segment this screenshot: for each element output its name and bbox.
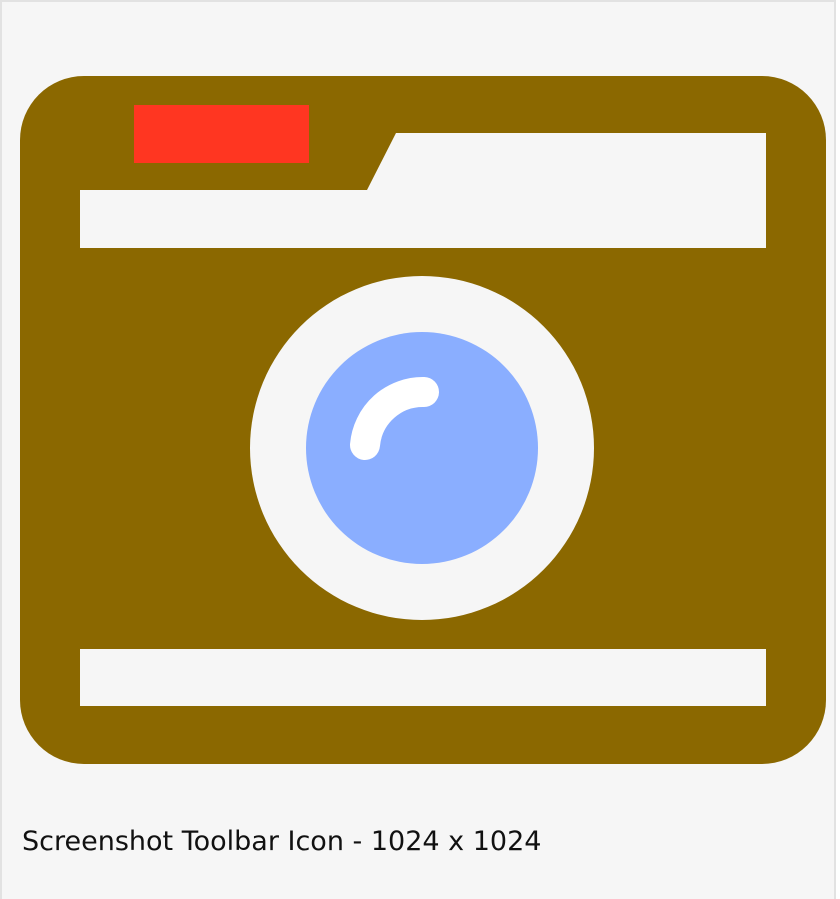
camera-bottom-band (80, 649, 766, 706)
icon-preview-card: Screenshot Toolbar Icon - 1024 x 1024 (0, 0, 836, 899)
camera-icon (20, 76, 826, 764)
camera-flash (134, 105, 309, 163)
lens-glass (306, 332, 538, 564)
image-caption: Screenshot Toolbar Icon - 1024 x 1024 (22, 826, 542, 857)
